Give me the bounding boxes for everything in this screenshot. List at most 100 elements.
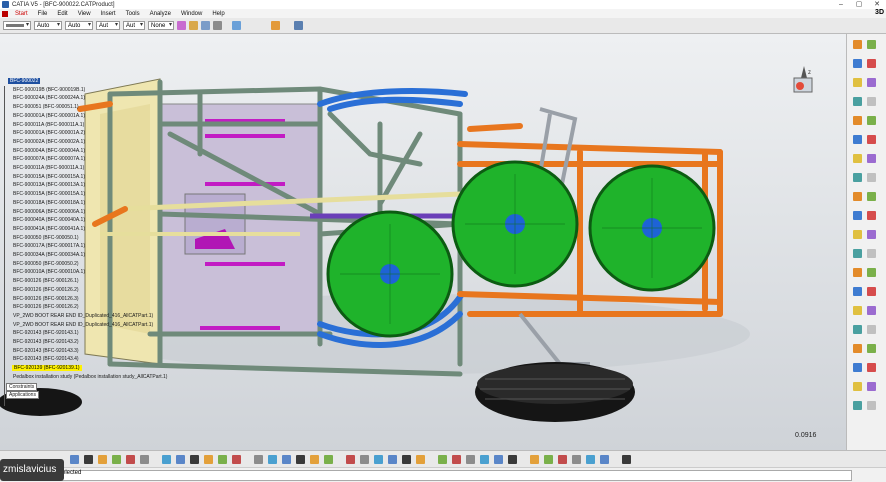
tree-node[interactable]: BFC-900019B (BFC-900019B.1) xyxy=(12,87,85,93)
cut-icon[interactable] xyxy=(126,455,135,464)
material-icon[interactable] xyxy=(572,455,581,464)
shading-icon[interactable] xyxy=(402,455,411,464)
command-input[interactable] xyxy=(60,470,852,481)
translate-icon[interactable] xyxy=(867,192,876,201)
tree-node[interactable]: BFC-900022 xyxy=(8,78,41,84)
slot-icon[interactable] xyxy=(867,97,876,106)
save-icon[interactable] xyxy=(98,455,107,464)
tree-node[interactable]: BFC-920143 (BFC-920143.1) xyxy=(12,330,79,336)
component-icon[interactable] xyxy=(853,401,862,410)
menu-window[interactable]: Window xyxy=(176,11,207,17)
rotate-icon[interactable] xyxy=(324,455,333,464)
measure-icon[interactable] xyxy=(268,455,277,464)
print-icon[interactable] xyxy=(112,455,121,464)
close-surface-icon[interactable] xyxy=(867,268,876,277)
intersect-icon[interactable] xyxy=(867,325,876,334)
properties-icon[interactable] xyxy=(213,21,222,30)
tree-node[interactable]: BFC-900051 (BFC-900051.1) xyxy=(12,104,79,110)
line-type-select[interactable]: Aut xyxy=(96,21,120,30)
pocket-icon[interactable] xyxy=(853,59,862,68)
tree-node[interactable]: BFC-900050 (BFC-900050.1) xyxy=(12,235,79,241)
zoom-in-icon[interactable] xyxy=(346,455,355,464)
menu-view[interactable]: View xyxy=(73,11,96,17)
close-button[interactable]: ✕ xyxy=(868,0,886,9)
chamfer-icon[interactable] xyxy=(853,154,862,163)
brush-icon[interactable] xyxy=(189,21,198,30)
sketch-icon[interactable] xyxy=(853,40,862,49)
menu-help[interactable]: Help xyxy=(207,11,229,17)
tree-node[interactable]: BFC-900018A (BFC-900018A.1) xyxy=(12,200,85,206)
tree-node[interactable]: VP_2WD BOOT REAR END ID_Duplicated_416_A… xyxy=(12,322,153,328)
tree-node[interactable]: BFC-900010A (BFC-900010A.1) xyxy=(12,269,85,275)
draft-icon[interactable] xyxy=(867,154,876,163)
menu-file[interactable]: File xyxy=(33,11,53,17)
menu-start[interactable]: Start xyxy=(10,11,33,17)
symmetry-icon[interactable] xyxy=(867,211,876,220)
catalog-icon[interactable] xyxy=(232,455,241,464)
menu-analyze[interactable]: Analyze xyxy=(145,11,176,17)
tree-node[interactable]: BFC-900126 (BFC-900126.2) xyxy=(12,287,79,293)
tree-node[interactable]: BFC-900006A (BFC-900006A.1) xyxy=(12,209,85,215)
pan-icon[interactable] xyxy=(310,455,319,464)
tree-node[interactable]: BFC-900001A (BFC-900001A.2) xyxy=(12,130,85,136)
tree-node[interactable]: BFC-900007A (BFC-900007A.1) xyxy=(12,156,85,162)
hand-select-icon[interactable] xyxy=(271,21,280,30)
tree-node[interactable]: BFC-920143 (BFC-920143.4) xyxy=(12,356,79,362)
tree-node[interactable]: Pedalbox installation study (Pedalbox in… xyxy=(12,374,167,380)
tree-node[interactable]: BFC-900126 (BFC-900126.3) xyxy=(12,296,79,302)
camera-icon[interactable] xyxy=(544,455,553,464)
measure-icon[interactable] xyxy=(853,363,862,372)
table-icon[interactable] xyxy=(254,455,263,464)
tree-node[interactable]: BFC-900041A (BFC-900041A.1) xyxy=(12,226,85,232)
thread-icon[interactable] xyxy=(853,192,862,201)
tree-node[interactable]: BFC-900011A (BFC-900011A.1) xyxy=(12,165,84,171)
tree-node[interactable]: BFC-900015A (BFC-900015A.1) xyxy=(12,174,85,180)
render-icon[interactable] xyxy=(600,455,609,464)
swap-space-icon[interactable] xyxy=(438,455,447,464)
mirror-icon[interactable] xyxy=(853,230,862,239)
new-icon[interactable] xyxy=(70,455,79,464)
tree-node[interactable]: VP_2WD BOOT REAR END ID_Duplicated_416_A… xyxy=(12,313,153,319)
line-thickness-select[interactable]: Auto xyxy=(65,21,93,30)
tree-node[interactable]: Constraints xyxy=(6,382,38,391)
grid-icon[interactable] xyxy=(452,455,461,464)
rib-icon[interactable] xyxy=(853,97,862,106)
add-icon[interactable] xyxy=(867,306,876,315)
arrange-icon[interactable] xyxy=(232,21,241,30)
compass-icon[interactable]: z xyxy=(784,64,824,104)
zoom-out-icon[interactable] xyxy=(360,455,369,464)
stiffener-icon[interactable] xyxy=(853,116,862,125)
fly-icon[interactable] xyxy=(282,455,291,464)
tree-node[interactable]: BFC-900024A (BFC-900024A.1) xyxy=(12,95,85,101)
tree-node[interactable]: BFC-900011A (BFC-900011A.1) xyxy=(12,122,84,128)
tree-node[interactable]: BFC-900040A (BFC-900040A.1) xyxy=(12,217,85,223)
annotation-icon[interactable] xyxy=(530,455,539,464)
tree-node[interactable]: BFC-920139 (BFC-920139.1) xyxy=(12,365,82,372)
tree-node[interactable]: BFC-900015A (BFC-900015A.1) xyxy=(12,191,85,197)
menu-insert[interactable]: Insert xyxy=(96,11,121,17)
menu-edit[interactable]: Edit xyxy=(52,11,72,17)
product-icon[interactable] xyxy=(867,382,876,391)
thick-surface-icon[interactable] xyxy=(853,268,862,277)
remove-icon[interactable] xyxy=(853,135,862,144)
tree-node[interactable]: BFC-900013A (BFC-900013A.1) xyxy=(12,182,85,188)
tree-node[interactable]: BFC-900034A (BFC-900034A.1) xyxy=(12,252,85,258)
paste-icon[interactable] xyxy=(162,455,171,464)
sew-icon[interactable] xyxy=(853,287,862,296)
union-trim-icon[interactable] xyxy=(853,344,862,353)
groove-icon[interactable] xyxy=(853,78,862,87)
tree-node[interactable]: BFC-900001A (BFC-900001A.1) xyxy=(12,113,85,119)
point-type-select[interactable]: Aut xyxy=(123,21,145,30)
tree-node[interactable]: BFC-920143 (BFC-920143.3) xyxy=(12,348,79,354)
iso-view-icon[interactable] xyxy=(388,455,397,464)
tree-node[interactable]: BFC-920143 (BFC-920143.2) xyxy=(12,339,79,345)
undo-icon[interactable] xyxy=(176,455,185,464)
shell-icon[interactable] xyxy=(853,173,862,182)
thickness-icon[interactable] xyxy=(867,173,876,182)
light-icon[interactable] xyxy=(558,455,567,464)
tree-node[interactable]: Applications xyxy=(6,391,39,400)
shaft-icon[interactable] xyxy=(867,59,876,68)
split-icon[interactable] xyxy=(867,249,876,258)
assemble-icon[interactable] xyxy=(853,306,862,315)
publish-icon[interactable] xyxy=(622,455,631,464)
